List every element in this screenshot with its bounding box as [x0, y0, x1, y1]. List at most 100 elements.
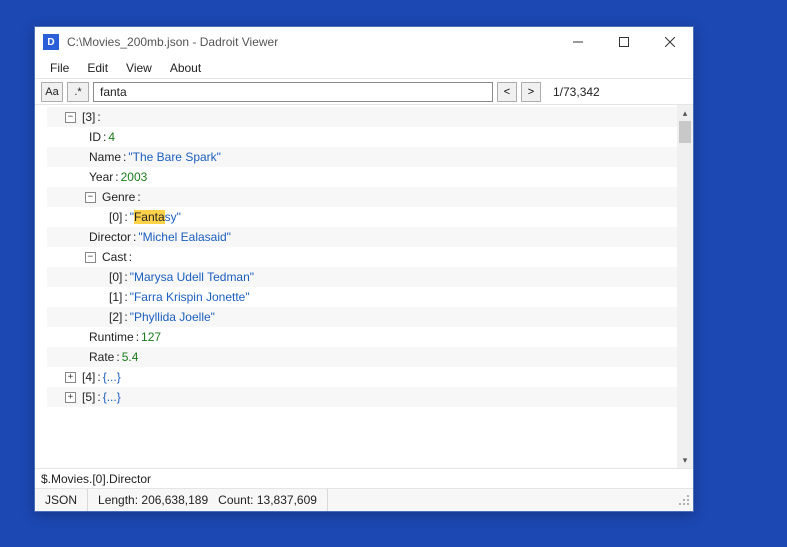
collapse-icon[interactable]: − — [85, 252, 96, 263]
tree-colon: : — [134, 330, 141, 344]
tree-value-number: 2003 — [121, 170, 148, 184]
prev-match-button[interactable]: < — [497, 82, 517, 102]
status-length: Length: 206,638,189 Count: 13,837,609 — [88, 489, 328, 511]
tree-value-collapsed: {...} — [103, 390, 121, 404]
toolbar: Aa .* < > 1/73,342 — [35, 79, 693, 105]
tree-colon: : — [101, 130, 108, 144]
tree-row[interactable]: Director : "Michel Ealasaid" — [47, 227, 677, 247]
tree-row[interactable]: −Genre : — [47, 187, 677, 207]
tree-colon: : — [135, 190, 142, 204]
tree-colon: : — [114, 350, 121, 364]
tree-value-string: Marysa Udell Tedman — [134, 270, 250, 284]
menubar: File Edit View About — [35, 57, 693, 79]
tree-row[interactable]: ID : 4 — [47, 127, 677, 147]
tree-row[interactable]: Year : 2003 — [47, 167, 677, 187]
title-filepath: C:\Movies_200mb.json — [67, 35, 189, 49]
tree-key: [3] — [82, 110, 95, 124]
tree-row[interactable]: [1] : "Farra Krispin Jonette" — [47, 287, 677, 307]
menu-view[interactable]: View — [117, 59, 161, 77]
resize-grip-icon[interactable] — [675, 491, 693, 509]
search-result-counter: 1/73,342 — [545, 85, 608, 99]
title-separator: - — [189, 35, 200, 49]
tree-row[interactable]: [0] : "Fantasy" — [47, 207, 677, 227]
scroll-up-arrow-icon[interactable]: ▴ — [677, 105, 693, 121]
tree-colon: : — [95, 370, 102, 384]
tree-viewport: −[3] : ID : 4Name : "The Bare Spark"Year… — [35, 105, 693, 469]
next-match-button[interactable]: > — [521, 82, 541, 102]
tree-key: ID — [89, 130, 101, 144]
tree-value-number: 5.4 — [122, 350, 139, 364]
tree-key: Year — [89, 170, 113, 184]
tree-key: Cast — [102, 250, 127, 264]
scrollbar-track[interactable] — [677, 121, 693, 452]
tree-colon: : — [95, 390, 102, 404]
tree-value-string: Farra Krispin Jonette — [134, 290, 245, 304]
tree-key: Director — [89, 230, 131, 244]
tree-row[interactable]: Runtime : 127 — [47, 327, 677, 347]
title-appname: Dadroit Viewer — [200, 35, 278, 49]
tree-value-string: Phyllida Joelle — [134, 310, 211, 324]
menu-file[interactable]: File — [41, 59, 78, 77]
case-sensitive-toggle[interactable]: Aa — [41, 82, 63, 102]
titlebar: D C:\Movies_200mb.json - Dadroit Viewer — [35, 27, 693, 57]
tree-key: Genre — [102, 190, 135, 204]
regex-toggle[interactable]: .* — [67, 82, 89, 102]
tree-key: Rate — [89, 350, 114, 364]
search-highlight: Fanta — [134, 210, 165, 224]
tree-key: Runtime — [89, 330, 134, 344]
tree-value-string: The Bare Spark — [133, 150, 217, 164]
tree-colon: : — [95, 110, 102, 124]
tree-row[interactable]: −[3] : — [47, 107, 677, 127]
status-length-value: 206,638,189 — [141, 493, 208, 507]
menu-about[interactable]: About — [161, 59, 210, 77]
status-count-label: Count: — [218, 493, 253, 507]
expand-icon[interactable]: + — [65, 372, 76, 383]
tree-colon: : — [122, 210, 129, 224]
status-filetype: JSON — [35, 489, 88, 511]
scrollbar-thumb[interactable] — [679, 121, 691, 143]
json-tree[interactable]: −[3] : ID : 4Name : "The Bare Spark"Year… — [35, 105, 677, 468]
collapse-icon[interactable]: − — [85, 192, 96, 203]
expand-icon[interactable]: + — [65, 392, 76, 403]
scroll-down-arrow-icon[interactable]: ▾ — [677, 452, 693, 468]
tree-key: [0] — [109, 210, 122, 224]
maximize-button[interactable] — [601, 27, 647, 57]
collapse-icon[interactable]: − — [65, 112, 76, 123]
tree-key: [0] — [109, 270, 122, 284]
tree-colon: : — [122, 270, 129, 284]
search-input[interactable] — [93, 82, 493, 102]
menu-edit[interactable]: Edit — [78, 59, 117, 77]
tree-value-number: 127 — [141, 330, 161, 344]
json-path-bar: $.Movies.[0].Director — [35, 469, 693, 489]
tree-value-collapsed: {...} — [103, 370, 121, 384]
tree-colon: : — [122, 290, 129, 304]
tree-row[interactable]: Name : "The Bare Spark" — [47, 147, 677, 167]
vertical-scrollbar[interactable]: ▴ ▾ — [677, 105, 693, 468]
tree-value-number: 4 — [108, 130, 115, 144]
tree-colon: : — [131, 230, 138, 244]
tree-key: [2] — [109, 310, 122, 324]
tree-key: [5] — [82, 390, 95, 404]
window-title: C:\Movies_200mb.json - Dadroit Viewer — [67, 35, 278, 49]
tree-colon: : — [121, 150, 128, 164]
app-window: D C:\Movies_200mb.json - Dadroit Viewer … — [34, 26, 694, 512]
close-button[interactable] — [647, 27, 693, 57]
tree-key: [4] — [82, 370, 95, 384]
minimize-button[interactable] — [555, 27, 601, 57]
tree-colon: : — [127, 250, 134, 264]
window-controls — [555, 27, 693, 57]
status-count-value: 13,837,609 — [257, 493, 317, 507]
tree-row[interactable]: −Cast : — [47, 247, 677, 267]
tree-key: Name — [89, 150, 121, 164]
tree-row[interactable]: [2] : "Phyllida Joelle" — [47, 307, 677, 327]
tree-value-string: Michel Ealasaid — [143, 230, 227, 244]
tree-row[interactable]: Rate : 5.4 — [47, 347, 677, 367]
tree-colon: : — [113, 170, 120, 184]
statusbar: JSON Length: 206,638,189 Count: 13,837,6… — [35, 489, 693, 511]
status-length-label: Length: — [98, 493, 138, 507]
tree-row[interactable]: + [4] : {...} — [47, 367, 677, 387]
tree-row[interactable]: [0] : "Marysa Udell Tedman" — [47, 267, 677, 287]
json-path-value: $.Movies.[0].Director — [41, 472, 151, 486]
tree-row[interactable]: + [5] : {...} — [47, 387, 677, 407]
app-icon: D — [43, 34, 59, 50]
